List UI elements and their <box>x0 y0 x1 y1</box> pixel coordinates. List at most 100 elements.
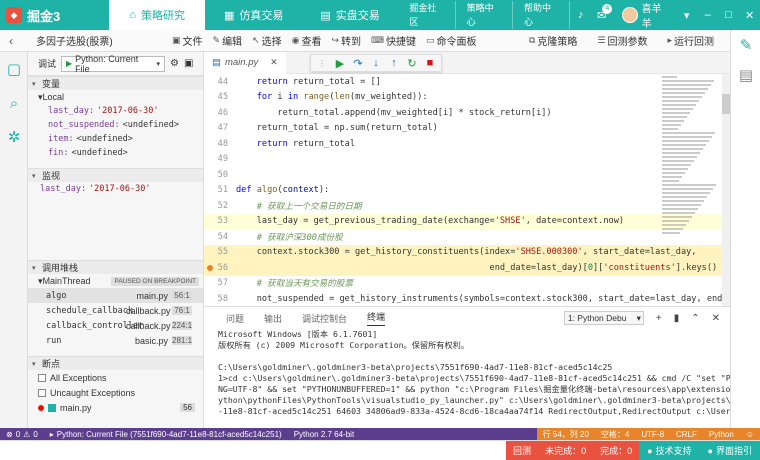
tab-strategy-research[interactable]: ⌂ 策略研究 <box>109 0 206 30</box>
encoding[interactable]: UTF-8 <box>635 430 670 439</box>
code-line[interactable]: 47 return_total = np.sum(return_total) <box>204 121 730 137</box>
plus-icon[interactable]: + <box>656 313 662 324</box>
debug-config-status[interactable]: ▸ Python: Current File (7551f690-4ad7-11e… <box>44 430 288 439</box>
restart-icon[interactable]: ↻ <box>407 57 417 70</box>
code-text[interactable]: return return_total = [] <box>236 77 381 87</box>
step-into-icon[interactable]: ↓ <box>371 57 381 69</box>
line-endings[interactable]: CRLF <box>670 430 703 439</box>
breakpoint-all-exceptions[interactable]: All Exceptions <box>28 370 203 385</box>
not-done-count[interactable]: 未完成：0 <box>538 444 593 457</box>
maximize-icon[interactable]: □ <box>718 9 739 21</box>
document-icon[interactable]: ▤ <box>731 60 760 90</box>
user-name[interactable]: 喜羊羊 <box>642 0 671 30</box>
code-lines[interactable]: 44 return return_total = [] 45 for i in r… <box>204 74 730 306</box>
link-help-center[interactable]: 帮助中心 <box>513 1 571 29</box>
thread-row[interactable]: ▾ MainThread PAUSED ON BREAKPOINT <box>28 274 203 288</box>
minimize-icon[interactable]: – <box>697 9 718 21</box>
trash-icon[interactable]: ▮ <box>674 313 680 324</box>
stack-frame[interactable]: algo main.py 56:1 <box>28 288 203 303</box>
menu-edit[interactable]: ✎ 编辑 <box>213 33 243 48</box>
link-strategy-center[interactable]: 策略中心 <box>456 1 513 29</box>
variable-row[interactable]: fin: <undefined> <box>28 146 203 160</box>
code-text[interactable]: not_suspended = get_history_instruments(… <box>236 294 728 304</box>
explorer-icon[interactable]: ▢ <box>0 52 28 86</box>
code-line[interactable]: 56 end_date=last_day)[0]['constituents']… <box>204 260 730 276</box>
checkbox[interactable] <box>48 403 56 412</box>
back-arrow-icon[interactable]: ‹ <box>0 34 22 48</box>
code-text[interactable]: # 获取当天有交易的股票 <box>236 277 353 289</box>
code-line[interactable]: 52 # 获取上一个交易日的日期 <box>204 198 730 214</box>
close-icon[interactable]: ✕ <box>712 313 720 324</box>
minimap[interactable] <box>662 74 722 306</box>
continue-icon[interactable]: ▶ <box>335 57 345 70</box>
menu-shortcuts[interactable]: ⌨ 快捷键 <box>371 33 416 48</box>
bell-icon[interactable]: ♪ <box>570 9 591 21</box>
code-text[interactable]: return_total = np.sum(return_total) <box>236 123 438 133</box>
breakpoint-dot-icon[interactable] <box>207 264 213 271</box>
section-variables[interactable]: ▾ 变量 <box>28 76 203 90</box>
debug-config-select[interactable]: ▶ Python: Current File ▾ <box>61 54 166 74</box>
run-backtest-button[interactable]: ▸ 运行回测 <box>667 33 714 48</box>
tab-debug-console[interactable]: 调试控制台 <box>302 312 347 325</box>
menu-goto[interactable]: ↪ 转到 <box>331 33 361 48</box>
checkbox[interactable] <box>38 373 46 382</box>
close-icon[interactable]: ✕ <box>739 9 760 22</box>
code-line[interactable]: 54 # 获取沪深300成份股 <box>204 229 730 245</box>
code-text[interactable]: # 获取沪深300成份股 <box>236 231 343 243</box>
section-watch[interactable]: ▾ 监视 <box>28 168 203 182</box>
indentation[interactable]: 空格：4 <box>595 429 635 440</box>
code-text[interactable]: def algo(context): <box>236 185 329 195</box>
gear-icon[interactable]: ⚙ <box>170 58 179 69</box>
checkbox[interactable] <box>38 388 46 397</box>
backtest-params-button[interactable]: ☰ 回测参数 <box>597 33 647 48</box>
stop-icon[interactable]: ■ <box>425 57 435 69</box>
step-out-icon[interactable]: ↑ <box>389 57 399 69</box>
code-text[interactable]: last_day = get_previous_trading_date(exc… <box>236 216 624 226</box>
python-interpreter[interactable]: Python 2.7 64-bit <box>288 430 360 439</box>
tech-support-button[interactable]: ● 技术支持 <box>639 444 699 457</box>
stack-frame[interactable]: callback_controller callback.py 224:1 <box>28 318 203 333</box>
variable-row[interactable]: item: <undefined> <box>28 132 203 146</box>
editor-tab-main-py[interactable]: ▤ main.py ✕ <box>204 52 286 74</box>
terminal-icon[interactable]: ▣ <box>184 58 193 69</box>
code-text[interactable]: for i in range(len(mv_weighted)): <box>236 92 428 102</box>
message-icon[interactable]: ✉ 4 <box>591 3 613 22</box>
step-over-icon[interactable]: ↷ <box>353 57 363 70</box>
avatar[interactable] <box>622 7 638 23</box>
code-text[interactable]: end_date=last_day)[0]['constituents'].ke… <box>236 263 718 273</box>
tab-output[interactable]: 输出 <box>264 312 282 325</box>
code-text[interactable]: context.stock300 = get_history_constitue… <box>236 247 697 257</box>
terminal-select[interactable]: 1: Python Debu ▾ <box>563 311 644 325</box>
app-logo[interactable]: ◆ 掘金3 <box>0 0 87 30</box>
code-line[interactable]: 58 not_suspended = get_history_instrumen… <box>204 291 730 306</box>
code-text[interactable]: # 获取上一个交易日的日期 <box>236 200 362 212</box>
code-line[interactable]: 55 context.stock300 = get_history_consti… <box>204 244 730 260</box>
code-line[interactable]: 49 <box>204 152 730 168</box>
code-line[interactable]: 45 for i in range(len(mv_weighted)): <box>204 90 730 106</box>
menu-select[interactable]: ↖ 选择 <box>252 33 282 48</box>
menu-command-palette[interactable]: ▭ 命令面板 <box>426 33 477 48</box>
chevron-up-icon[interactable]: ⌃ <box>691 313 699 324</box>
scope-local[interactable]: ▾ Local <box>28 90 203 104</box>
search-icon[interactable]: ⌕ <box>0 86 28 120</box>
section-callstack[interactable]: ▾ 调用堆栈 <box>28 260 203 274</box>
tab-problems[interactable]: 问题 <box>226 312 244 325</box>
variable-row[interactable]: not_suspended: <undefined> <box>28 118 203 132</box>
code-text[interactable]: return return_total <box>236 139 355 149</box>
scrollbar-thumb[interactable] <box>722 94 730 114</box>
ui-guide-button[interactable]: ● 界面指引 <box>700 444 760 457</box>
code-line[interactable]: 57 # 获取当天有交易的股票 <box>204 276 730 292</box>
stack-frame[interactable]: run basic.py 281:1 <box>28 333 203 348</box>
tab-live-trading[interactable]: ▤ 实盘交易 <box>302 0 398 30</box>
gutter[interactable] <box>204 264 216 271</box>
variable-row[interactable]: last_day: '2017-06-30' <box>28 104 203 118</box>
editor-panel-icon[interactable]: ✎ <box>731 30 760 60</box>
debug-icon[interactable]: ✲ <box>0 120 28 154</box>
menu-file[interactable]: ▣ 文件 <box>172 33 203 48</box>
breakpoint-uncaught-exceptions[interactable]: Uncaught Exceptions <box>28 385 203 400</box>
tab-simulation-trading[interactable]: ▦ 仿真交易 <box>205 0 301 30</box>
code-line[interactable]: 50 <box>204 167 730 183</box>
code-line[interactable]: 53 last_day = get_previous_trading_date(… <box>204 213 730 229</box>
clone-strategy-button[interactable]: ⧉ 克隆策略 <box>529 33 577 48</box>
code-line[interactable]: 46 return_total.append(mv_weighted[i] * … <box>204 105 730 121</box>
